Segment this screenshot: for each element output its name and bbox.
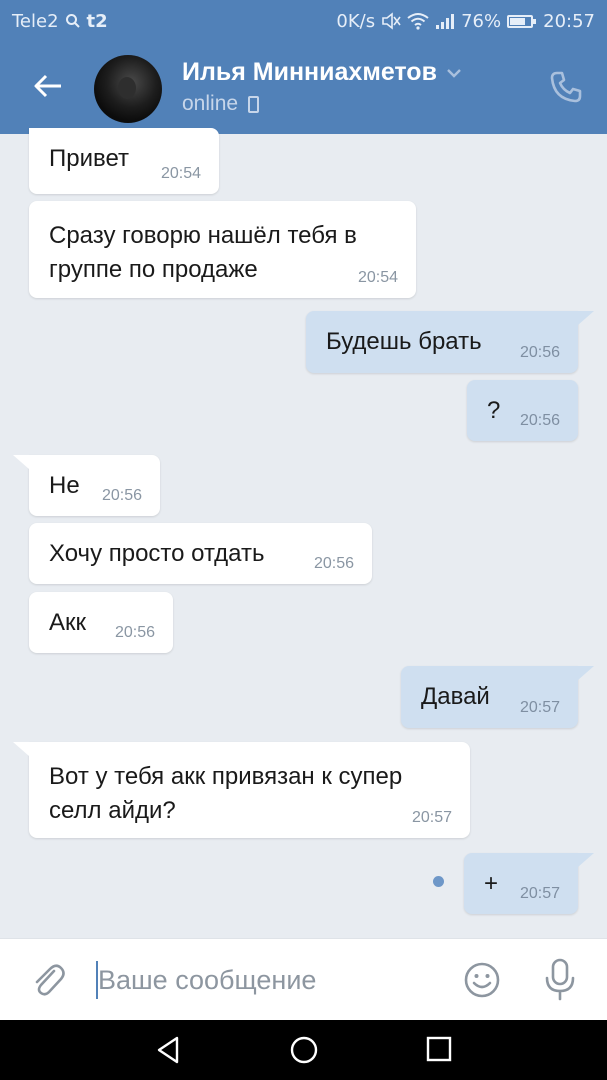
wifi-icon <box>407 13 429 30</box>
battery-icon <box>507 14 537 28</box>
message-time: 20:56 <box>313 555 354 572</box>
message-time: 20:57 <box>519 699 560 716</box>
emoji-icon <box>464 962 500 998</box>
status-label: online <box>182 92 239 115</box>
message-time: 20:56 <box>114 624 155 641</box>
contact-status: online <box>182 92 260 116</box>
bubble-tail <box>578 311 594 325</box>
message-time: 20:54 <box>357 269 398 286</box>
message-input[interactable]: Ваше сообщение <box>98 965 316 996</box>
message-time: 20:56 <box>101 487 142 504</box>
chat-header: Илья Минниахметов online <box>0 42 607 134</box>
message-time: 20:56 <box>519 412 560 429</box>
message-bubble[interactable]: Вот у тебя акк привязан к супер селл айд… <box>29 742 470 838</box>
mute-icon <box>382 12 401 30</box>
search-icon <box>65 14 80 28</box>
call-icon <box>550 71 582 103</box>
message-text: ? <box>487 397 501 424</box>
message-bubble[interactable]: + 20:57 <box>464 853 578 914</box>
message-text: Не <box>49 472 80 499</box>
bubble-tail <box>578 666 594 680</box>
chevron-down-icon <box>447 68 461 78</box>
nav-home-button[interactable] <box>289 1035 319 1065</box>
contact-name-label: Илья Минниахметов <box>182 58 437 86</box>
message-bubble[interactable]: Не 20:56 <box>29 455 160 516</box>
message-bubble[interactable]: Акк 20:56 <box>29 592 173 653</box>
message-time: 20:57 <box>411 809 452 826</box>
message-bubble[interactable]: ? 20:56 <box>467 380 578 441</box>
back-button[interactable] <box>30 68 66 104</box>
message-text: Сразу говорю нашёл тебя в группе по прод… <box>49 222 357 283</box>
bubble-tail <box>13 455 29 469</box>
bubble-tail <box>13 742 29 756</box>
message-text: Хочу просто отдать <box>49 540 265 567</box>
nav-recent-button[interactable] <box>425 1035 453 1063</box>
message-bubble[interactable]: Давай 20:57 <box>401 666 578 728</box>
nav-back-button[interactable] <box>153 1035 183 1065</box>
battery-percent: 76% <box>461 10 502 32</box>
voice-button[interactable] <box>542 957 578 1003</box>
message-time: 20:56 <box>519 344 560 361</box>
composer: Ваше сообщение <box>0 938 607 1021</box>
bubble-tail <box>578 853 594 867</box>
message-text: Вот у тебя акк привязан к супер селл айд… <box>49 763 403 824</box>
avatar[interactable] <box>94 55 162 123</box>
attach-button[interactable] <box>30 961 66 1001</box>
mobile-device-icon <box>248 95 260 113</box>
status-bar: Tele2 t2 0K/s 76% 20:57 <box>0 0 607 42</box>
nav-recent-icon <box>426 1036 452 1062</box>
unread-indicator <box>433 876 444 887</box>
attach-icon <box>35 964 65 996</box>
system-nav-bar <box>0 1020 607 1080</box>
emoji-button[interactable] <box>463 961 501 999</box>
message-bubble[interactable]: Будешь брать 20:56 <box>306 311 578 373</box>
carrier-badge: t2 <box>86 10 108 32</box>
message-time: 20:57 <box>519 885 560 902</box>
message-time: 20:54 <box>160 165 201 182</box>
microphone-icon <box>545 958 575 1001</box>
message-text: Будешь брать <box>326 328 482 355</box>
carrier-label: Tele2 <box>12 10 59 32</box>
nav-back-icon <box>157 1036 179 1064</box>
clock: 20:57 <box>543 10 595 32</box>
call-button[interactable] <box>549 70 583 104</box>
back-arrow-icon <box>34 74 61 98</box>
message-bubble[interactable]: Привет 20:54 <box>29 128 219 194</box>
message-text: Привет <box>49 145 130 172</box>
contact-name[interactable]: Илья Минниахметов <box>182 58 463 87</box>
network-speed: 0K/s <box>336 10 376 32</box>
message-text: + <box>484 870 499 897</box>
message-bubble[interactable]: Сразу говорю нашёл тебя в группе по прод… <box>29 201 416 298</box>
signal-icon <box>436 14 455 29</box>
nav-home-icon <box>290 1036 318 1064</box>
message-bubble[interactable]: Хочу просто отдать 20:56 <box>29 523 372 584</box>
message-text: Давай <box>421 683 490 710</box>
message-text: Акк <box>49 609 87 636</box>
